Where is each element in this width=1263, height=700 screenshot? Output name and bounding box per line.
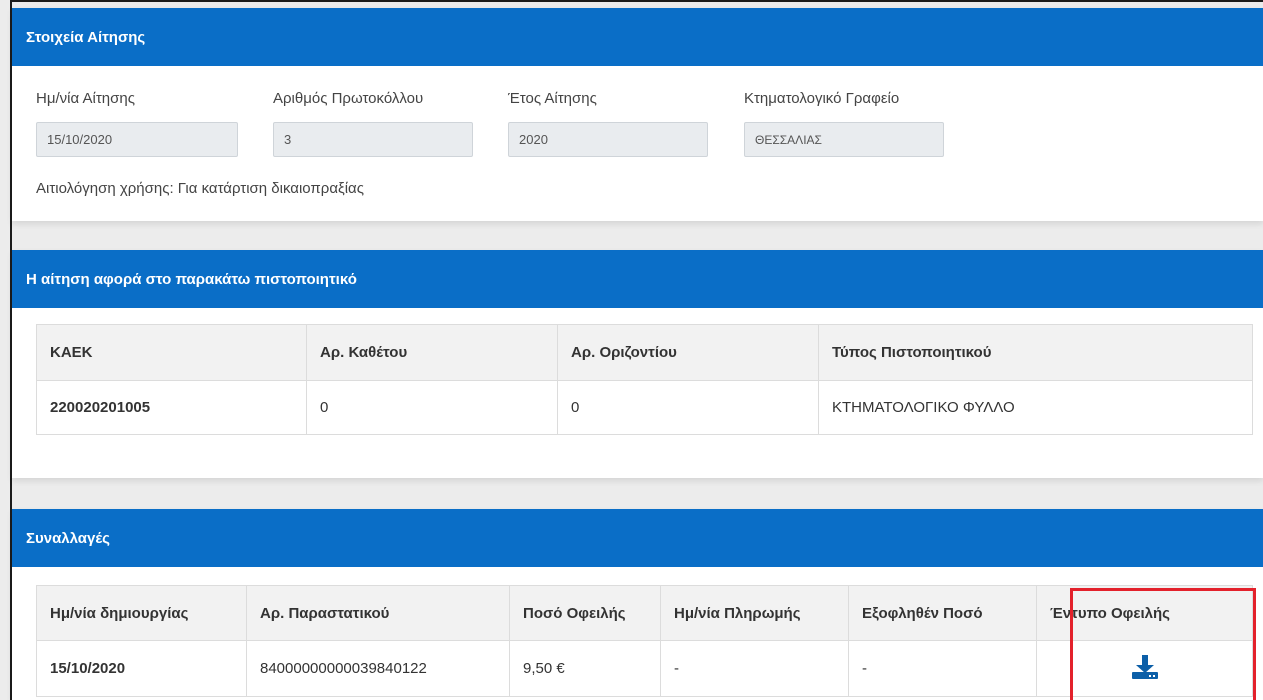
protocol-number-input[interactable]: 3 [273,122,473,157]
application-year-field: Έτος Αίτησης 2020 [508,90,708,157]
transactions-table: Ημ/νία δημιουργίας Αρ. Παραστατικού Ποσό… [36,585,1253,697]
paid-amount-cell: - [848,640,1037,697]
amount-due-cell: 9,50 € [509,640,661,697]
land-registry-office-input[interactable]: ΘΕΣΣΑΛΙΑΣ [744,122,944,157]
certificate-panel: Η αίτηση αφορά στο παρακάτω πιστοποιητικ… [12,250,1263,478]
transactions-header-row: Ημ/νία δημιουργίας Αρ. Παραστατικού Ποσό… [36,585,1253,641]
column-header-paid-amount: Εξοφληθέν Ποσό [848,585,1037,641]
application-year-input[interactable]: 2020 [508,122,708,157]
land-registry-office-label: Κτηματολογικό Γραφείο [744,90,900,107]
transactions-panel: Συναλλαγές Ημ/νία δημιουργίας Αρ. Παραστ… [12,509,1263,700]
land-registry-office-field: Κτηματολογικό Γραφείο ΘΕΣΣΑΛΙΑΣ [744,90,944,157]
column-header-payment-date: Ημ/νία Πληρωμής [660,585,849,641]
column-header-vertical-number: Αρ. Καθέτου [306,324,558,381]
application-date-input[interactable]: 15/10/2020 [36,122,238,157]
download-icon[interactable] [1130,654,1160,680]
vertical-number-cell: 0 [306,380,558,435]
column-header-kaek: ΚΑΕΚ [36,324,307,381]
debt-form-cell [1036,640,1253,697]
protocol-number-field: Αριθμός Πρωτοκόλλου 3 [273,90,473,157]
protocol-number-label: Αριθμός Πρωτοκόλλου [273,90,424,107]
application-year-label: Έτος Αίτησης [508,90,597,107]
column-header-document-number: Αρ. Παραστατικού [246,585,510,641]
column-header-debt-form: Έντυπο Οφειλής [1036,585,1253,641]
transactions-header: Συναλλαγές [12,509,1263,567]
horizontal-number-cell: 0 [557,380,819,435]
usage-reason-text: Αιτιολόγηση χρήσης: Για κατάρτιση δικαιο… [36,180,364,197]
column-header-amount-due: Ποσό Οφειλής [509,585,661,641]
table-row: 15/10/2020 84000000000039840122 9,50 € -… [36,640,1253,697]
download-debt-form-button[interactable] [1130,654,1160,684]
application-details-panel: Στοιχεία Αίτησης Ημ/νία Αίτησης 15/10/20… [12,8,1263,221]
page-frame: Στοιχεία Αίτησης Ημ/νία Αίτησης 15/10/20… [10,0,1263,700]
kaek-cell: 220020201005 [36,380,307,435]
column-header-creation-date: Ημ/νία δημιουργίας [36,585,247,641]
application-details-header: Στοιχεία Αίτησης [12,8,1263,66]
certificate-header: Η αίτηση αφορά στο παρακάτω πιστοποιητικ… [12,250,1263,308]
document-number-cell: 84000000000039840122 [246,640,510,697]
certificate-header-row: ΚΑΕΚ Αρ. Καθέτου Αρ. Οριζοντίου Τύπος Πι… [36,324,1253,381]
column-header-horizontal-number: Αρ. Οριζοντίου [557,324,819,381]
table-row: 220020201005 0 0 ΚΤΗΜΑΤΟΛΟΓΙΚΟ ΦΥΛΛΟ [36,380,1253,435]
creation-date-cell: 15/10/2020 [36,640,247,697]
application-date-label: Ημ/νία Αίτησης [36,90,135,107]
certificate-type-cell: ΚΤΗΜΑΤΟΛΟΓΙΚΟ ΦΥΛΛΟ [818,380,1253,435]
payment-date-cell: - [660,640,849,697]
certificate-table: ΚΑΕΚ Αρ. Καθέτου Αρ. Οριζοντίου Τύπος Πι… [36,324,1253,435]
application-date-field: Ημ/νία Αίτησης 15/10/2020 [36,90,238,157]
column-header-certificate-type: Τύπος Πιστοποιητικού [818,324,1253,381]
